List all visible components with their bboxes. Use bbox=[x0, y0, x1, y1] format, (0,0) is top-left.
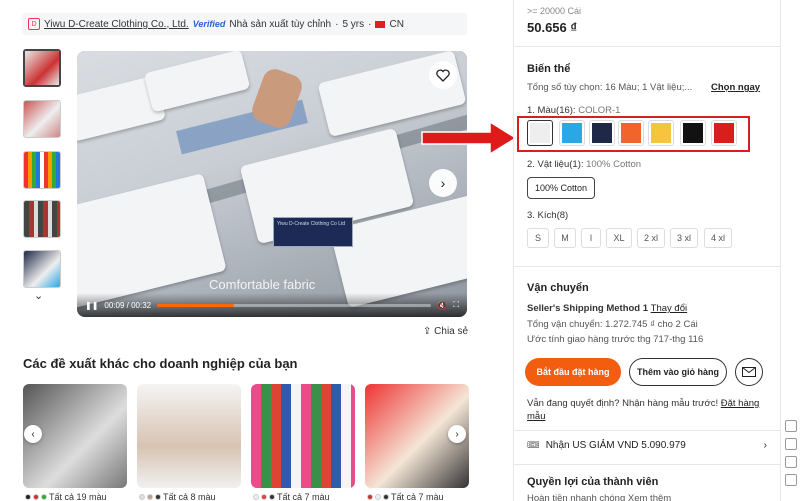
shipping-total: Tổng vận chuyển: 1.272.745 ₫ cho 2 Cái bbox=[527, 319, 698, 330]
separator-dot-2: · bbox=[368, 18, 372, 30]
recommendations-title: Các đề xuất khác cho doanh nghiệp của bạ… bbox=[23, 356, 298, 371]
size-option[interactable]: 2 xl bbox=[637, 228, 665, 248]
shipping-method: Seller's Shipping Method 1 Thay đổi bbox=[527, 303, 688, 314]
change-shipping-link[interactable]: Thay đổi bbox=[651, 303, 687, 314]
size-option[interactable]: l bbox=[581, 228, 601, 248]
card-footer-2: Tất cả 8 màu bbox=[139, 492, 216, 501]
card-footer-1: Tất cả 19 màu bbox=[25, 492, 107, 501]
size-option[interactable]: M bbox=[554, 228, 576, 248]
mail-icon bbox=[742, 367, 756, 377]
size-label: 3. Kích(8) bbox=[527, 210, 569, 221]
message-button[interactable] bbox=[735, 358, 763, 386]
color-dot bbox=[155, 494, 161, 500]
verified-badge: Verified bbox=[192, 19, 226, 29]
coupon-icon: 🎟 bbox=[527, 440, 540, 451]
benefits-subtitle: Hoàn tiền nhanh chóng Xem thêm bbox=[527, 493, 672, 501]
shipping-title: Vận chuyển bbox=[527, 282, 589, 294]
color-label: 1. Màu(16): COLOR-1 bbox=[527, 105, 621, 116]
supplier-logo-icon: D bbox=[28, 18, 40, 30]
size-option[interactable]: 3 xl bbox=[670, 228, 698, 248]
help-icon[interactable] bbox=[785, 438, 797, 450]
product-card-3[interactable] bbox=[251, 384, 355, 488]
color-highlight-box bbox=[517, 116, 750, 152]
divider bbox=[513, 46, 781, 47]
start-order-button[interactable]: Bắt đầu đặt hàng bbox=[525, 358, 621, 386]
divider bbox=[513, 266, 781, 267]
video-player[interactable]: Yiwu D-Create Clothing Co Ltd Comfortabl… bbox=[77, 51, 467, 317]
thumbnail-image-5[interactable] bbox=[23, 250, 61, 288]
top-icon[interactable] bbox=[785, 474, 797, 486]
size-option[interactable]: XL bbox=[606, 228, 632, 248]
divider bbox=[513, 430, 781, 431]
add-to-cart-button[interactable]: Thêm vào giỏ hàng bbox=[629, 358, 727, 386]
card-footer-4: Tất cả 7 màu bbox=[367, 492, 444, 501]
variants-summary: Tổng số tùy chọn: 16 Màu; 1 Vật liệu;... bbox=[527, 82, 693, 93]
color-dot bbox=[261, 494, 267, 500]
thumbnail-image-4[interactable] bbox=[23, 200, 61, 238]
size-option[interactable]: 4 xl bbox=[704, 228, 732, 248]
tier-quantity: >= 20000 Cái bbox=[527, 6, 582, 16]
mute-icon[interactable]: 🔇 bbox=[437, 301, 447, 310]
video-time: 00:09 / 00:32 bbox=[104, 300, 152, 310]
color-dot bbox=[33, 494, 39, 500]
material-option[interactable]: 100% Cotton bbox=[527, 177, 595, 199]
video-controls: ❚❚ 00:09 / 00:32 🔇 ⛶ bbox=[77, 293, 467, 317]
annotation-arrow-icon bbox=[421, 120, 518, 156]
variants-title: Biến thể bbox=[527, 63, 571, 75]
next-arrow-icon[interactable]: › bbox=[429, 169, 457, 197]
chevron-right-icon: › bbox=[763, 440, 767, 451]
color-dot bbox=[253, 494, 259, 500]
size-option[interactable]: S bbox=[527, 228, 549, 248]
supplier-name-link[interactable]: Yiwu D-Create Clothing Co., Ltd. bbox=[44, 19, 189, 30]
chat-icon[interactable] bbox=[785, 420, 797, 432]
purchase-panel bbox=[513, 0, 781, 501]
product-card-2[interactable] bbox=[137, 384, 241, 488]
coupon-text: Nhận US GIẢM VND 5.090.979 bbox=[545, 440, 686, 451]
brand-label: Yiwu D-Create Clothing Co Ltd bbox=[273, 217, 353, 247]
carousel-prev-icon[interactable]: ‹ bbox=[24, 425, 42, 443]
share-icon: ⇪ bbox=[423, 326, 432, 337]
color-dot bbox=[383, 494, 389, 500]
material-label: 2. Vật liệu(1): 100% Cotton bbox=[527, 159, 642, 170]
thumbnail-video[interactable] bbox=[23, 49, 61, 87]
share-button[interactable]: ⇪ Chia sẻ bbox=[423, 326, 468, 337]
chevron-down-icon[interactable]: ⌄ bbox=[34, 289, 43, 302]
thumbnail-image-2[interactable] bbox=[23, 100, 61, 138]
color-dot bbox=[147, 494, 153, 500]
thumbnail-image-3[interactable] bbox=[23, 151, 61, 189]
supplier-country: CN bbox=[389, 18, 404, 30]
feedback-icon[interactable] bbox=[785, 456, 797, 468]
benefits-title: Quyền lợi của thành viên bbox=[527, 476, 659, 488]
choose-now-link[interactable]: Chọn ngay bbox=[711, 82, 760, 93]
color-dot bbox=[41, 494, 47, 500]
china-flag-icon bbox=[375, 20, 386, 28]
sample-prompt: Vẫn đang quyết định? Nhận hàng mẫu trước… bbox=[527, 398, 760, 422]
video-progress-bar[interactable] bbox=[157, 303, 432, 307]
price-value: 50.656 ₫ bbox=[527, 20, 578, 35]
separator-dot-1: · bbox=[335, 18, 339, 30]
pause-icon[interactable]: ❚❚ bbox=[85, 301, 98, 310]
delivery-estimate: Ước tính giao hàng trước thg 717-thg 116 bbox=[527, 334, 704, 345]
coupon-row[interactable]: 🎟 Nhận US GIẢM VND 5.090.979 › bbox=[527, 440, 767, 451]
color-dot bbox=[25, 494, 31, 500]
video-caption: Comfortable fabric bbox=[209, 277, 316, 292]
carousel-next-icon[interactable]: › bbox=[448, 425, 466, 443]
supplier-years: 5 yrs bbox=[342, 18, 365, 30]
card-footer-3: Tất cả 7 màu bbox=[253, 492, 330, 501]
side-toolbar bbox=[783, 420, 799, 486]
favorite-heart-icon[interactable] bbox=[429, 61, 457, 89]
fullscreen-icon[interactable]: ⛶ bbox=[453, 300, 459, 310]
divider bbox=[513, 464, 781, 465]
supplier-type: Nhà sản xuất tùy chỉnh bbox=[229, 18, 332, 30]
color-dot bbox=[269, 494, 275, 500]
color-dot bbox=[139, 494, 145, 500]
color-dot bbox=[367, 494, 373, 500]
supplier-bar: D Yiwu D-Create Clothing Co., Ltd. Verif… bbox=[22, 13, 467, 35]
color-dot bbox=[375, 494, 381, 500]
